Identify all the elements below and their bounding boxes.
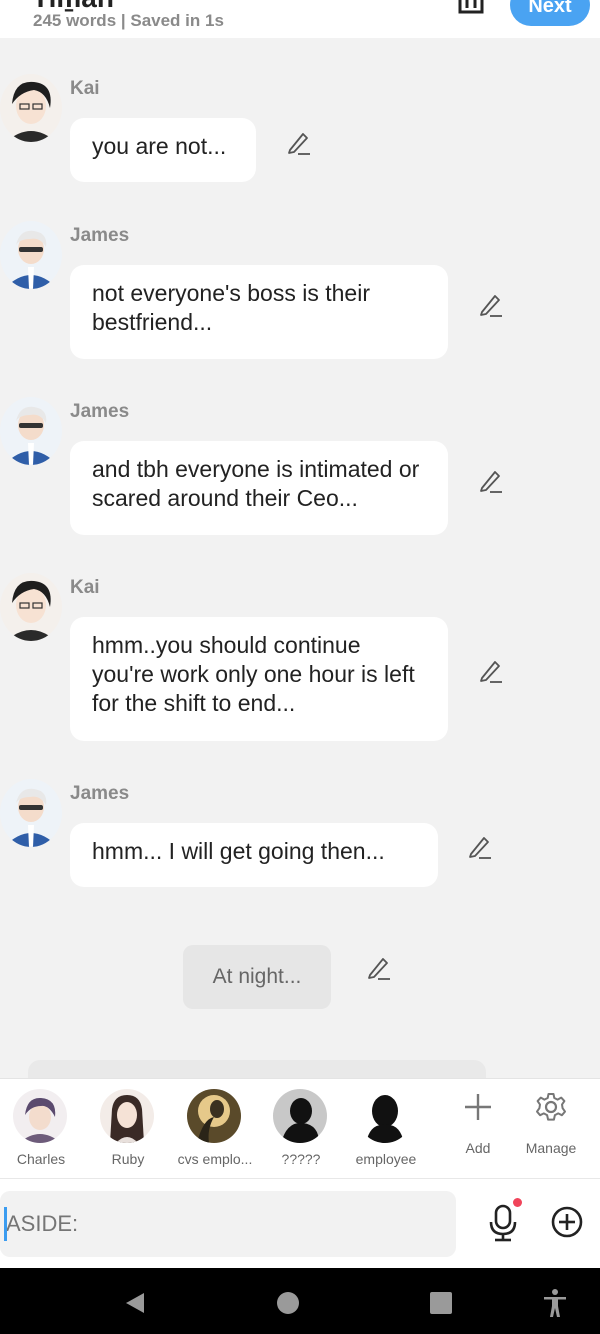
edit-pencil-icon[interactable] <box>478 292 504 318</box>
message-bubble[interactable]: you are not... <box>70 118 256 182</box>
character-name: employee <box>355 1151 417 1167</box>
accessibility-icon[interactable] <box>540 1288 570 1318</box>
speaker-name: James <box>70 225 130 246</box>
message-bubble[interactable]: hmm... I will get going then... <box>70 823 438 887</box>
avatar <box>100 1089 154 1143</box>
add-character-button[interactable]: Add <box>443 1079 513 1179</box>
chat-area[interactable]: Kai you are not... James not everyone's … <box>0 38 600 1100</box>
message-bubble[interactable]: hmm..you should continue you're work onl… <box>70 617 448 741</box>
manage-label: Manage <box>525 1140 577 1156</box>
notification-dot <box>513 1198 522 1207</box>
system-nav-bar <box>0 1268 600 1334</box>
character-name: Ruby <box>111 1151 145 1167</box>
add-label: Add <box>465 1140 491 1156</box>
back-icon[interactable] <box>120 1288 150 1318</box>
plus-icon <box>465 1094 491 1120</box>
avatar <box>358 1089 412 1143</box>
speaker-name: Kai <box>70 78 100 99</box>
narration-bubble[interactable]: At night... <box>183 945 331 1009</box>
character-unknown[interactable]: ????? <box>258 1079 344 1179</box>
speaker-name: Kai <box>70 577 100 598</box>
avatar <box>273 1089 327 1143</box>
book-icon[interactable] <box>458 0 484 16</box>
manage-characters-button[interactable]: Manage <box>516 1079 586 1179</box>
character-name: ????? <box>281 1151 321 1167</box>
word-count-status: 245 words | Saved in 1s <box>33 11 224 30</box>
edit-pencil-icon[interactable] <box>366 955 392 981</box>
speaker-name: James <box>70 783 130 804</box>
avatar-james[interactable] <box>0 397 62 465</box>
aside-input[interactable] <box>0 1191 456 1257</box>
recent-apps-icon[interactable] <box>426 1288 456 1318</box>
text-caret <box>4 1207 7 1241</box>
character-bar: Charles Ruby cvs emplo... ????? employee… <box>0 1078 600 1178</box>
edit-pencil-icon[interactable] <box>286 130 312 156</box>
edit-pencil-icon[interactable] <box>478 658 504 684</box>
avatar-james[interactable] <box>0 779 62 847</box>
avatar <box>13 1089 67 1143</box>
next-button[interactable]: Next <box>510 0 590 26</box>
avatar-kai[interactable] <box>0 573 62 641</box>
avatar <box>187 1089 241 1143</box>
message-bubble[interactable]: and tbh everyone is intimated or scared … <box>70 441 448 535</box>
avatar-kai[interactable] <box>0 74 62 142</box>
message-bubble[interactable]: not everyone's boss is their bestfriend.… <box>70 265 448 359</box>
edit-pencil-icon[interactable] <box>478 468 504 494</box>
character-name: Charles <box>16 1151 66 1167</box>
speaker-name: James <box>70 401 130 422</box>
character-name: cvs emplo... <box>177 1151 253 1167</box>
character-employee[interactable]: employee <box>343 1079 429 1179</box>
home-icon[interactable] <box>273 1288 303 1318</box>
character-cvs-employee[interactable]: cvs emplo... <box>172 1079 258 1179</box>
gear-icon <box>536 1093 566 1121</box>
character-ruby[interactable]: Ruby <box>85 1079 171 1179</box>
microphone-icon[interactable] <box>486 1203 520 1243</box>
edit-pencil-icon[interactable] <box>467 834 493 860</box>
character-charles[interactable]: Charles <box>0 1079 84 1179</box>
top-bar: Ti̇m̱an 245 words | Saved in 1s Next <box>0 0 600 38</box>
avatar-james[interactable] <box>0 221 62 289</box>
input-bar <box>0 1178 600 1268</box>
add-circle-icon[interactable] <box>550 1205 584 1239</box>
